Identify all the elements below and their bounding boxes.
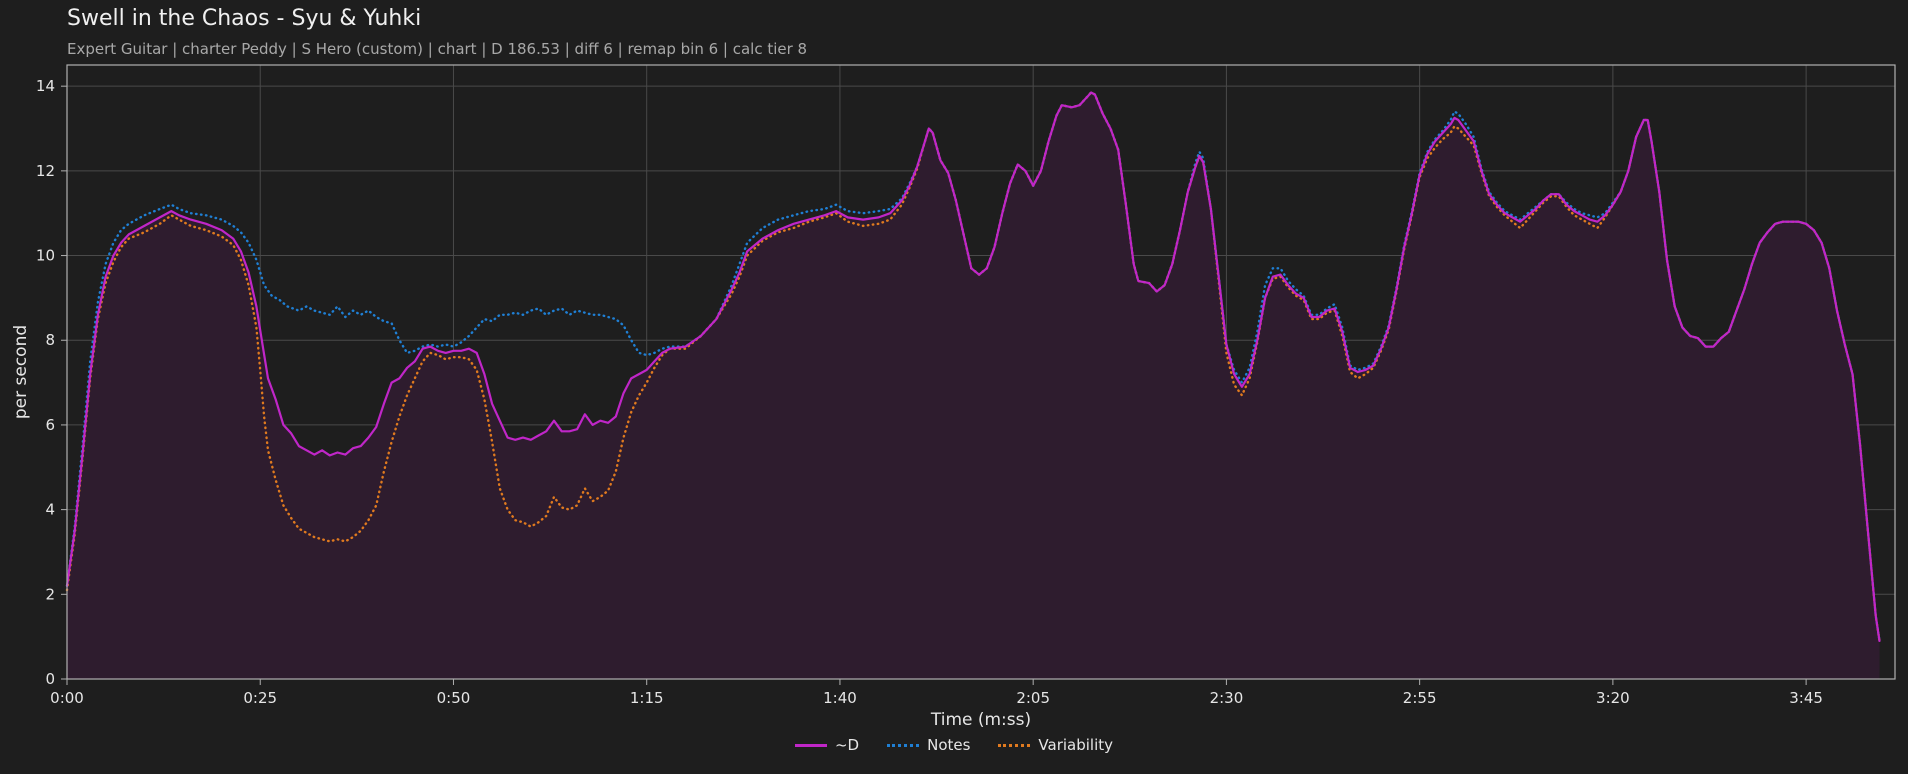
x-tick-label: 2:30: [1210, 689, 1244, 707]
y-tick-label: 8: [45, 331, 55, 349]
line-chart: 0 2 4 6 8 10 12 14 0:00 0:25 0:50 1:15 1:40 2:05 2:30…: [11, 64, 1896, 730]
legend-swatch-variability: [998, 743, 1031, 747]
y-tick-label: 6: [45, 416, 55, 434]
y-tick-label: 2: [45, 585, 55, 603]
x-tick-label: 0:00: [50, 689, 84, 707]
legend-item-notes: Notes: [887, 736, 970, 754]
y-tick-label: 0: [45, 670, 55, 688]
y-axis-label: per second: [11, 325, 31, 419]
x-tick-label: 3:45: [1789, 689, 1823, 707]
x-tick-label: 1:40: [823, 689, 857, 707]
x-tick-label: 3:20: [1596, 689, 1630, 707]
y-tick-label: 10: [36, 247, 55, 265]
legend-item-variability: Variability: [998, 736, 1113, 754]
legend: ~D Notes Variability: [0, 736, 1908, 754]
legend-item-d: ~D: [794, 736, 860, 754]
x-tick-label: 0:50: [437, 689, 471, 707]
y-tick-label: 4: [45, 501, 55, 519]
x-tick-label: 0:25: [243, 689, 277, 707]
legend-swatch-d: [794, 743, 827, 747]
x-axis-label: Time (m:ss): [930, 710, 1031, 730]
x-tick-label: 2:05: [1016, 689, 1050, 707]
y-tick-label: 14: [36, 77, 55, 95]
legend-label-notes: Notes: [927, 736, 971, 754]
legend-label-d: ~D: [834, 736, 860, 754]
x-tick-label: 2:55: [1403, 689, 1437, 707]
y-axis-ticks: 0 2 4 6 8 10 12 14: [36, 77, 67, 688]
legend-swatch-notes: [887, 743, 920, 747]
y-tick-label: 12: [36, 162, 55, 180]
x-tick-label: 1:15: [630, 689, 664, 707]
legend-label-variability: Variability: [1038, 736, 1114, 754]
x-axis-ticks: 0:00 0:25 0:50 1:15 1:40 2:05 2:30 2:55 3:20 3:45: [50, 679, 1823, 707]
